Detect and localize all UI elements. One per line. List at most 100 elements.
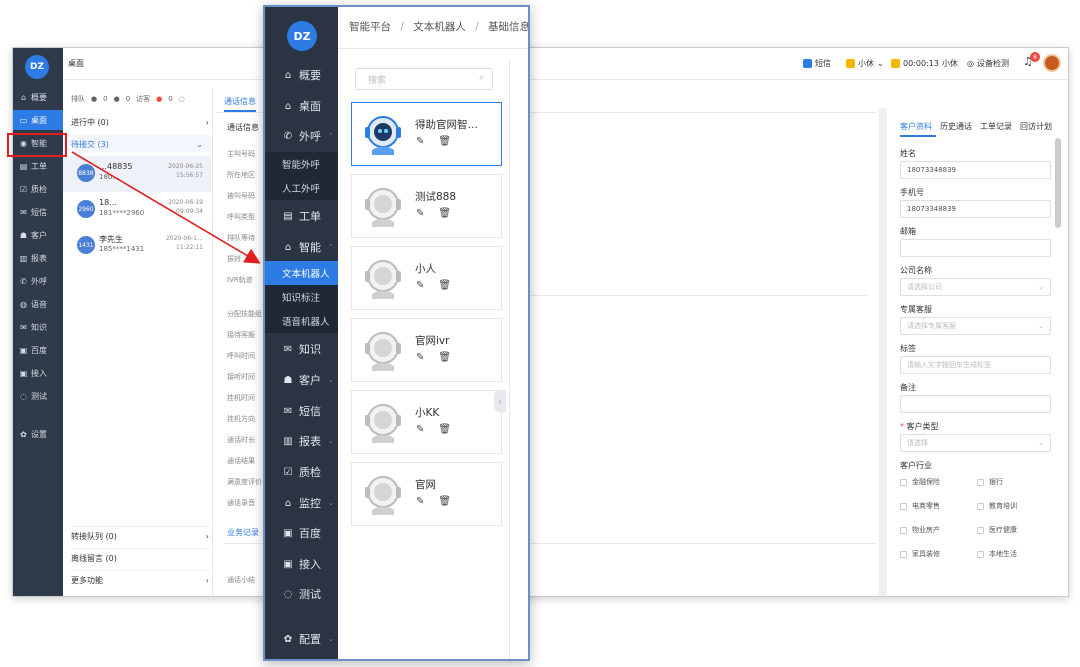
fg-nav-config[interactable]: ✿ 配置 ⌄ bbox=[265, 626, 338, 652]
fg-nav-monitor[interactable]: ⌂ 监控 ⌄ bbox=[265, 490, 338, 516]
bg-nav-desktop[interactable]: ▭ 桌面 bbox=[13, 110, 63, 130]
phone-field[interactable]: 18073348839 bbox=[900, 200, 1051, 218]
highlight-box bbox=[7, 133, 67, 157]
device-check-button[interactable]: ◎ 设备检测 bbox=[967, 58, 1009, 69]
trash-icon[interactable]: 🗑 bbox=[438, 208, 451, 219]
edit-icon[interactable]: ✎ bbox=[416, 424, 424, 435]
industry-checkbox[interactable]: 教育培训 bbox=[977, 501, 1017, 511]
customer-type-select[interactable]: 请选择 ⌄ bbox=[900, 434, 1051, 452]
contact-item[interactable]: 1431 李先生 185****1431 2020-06-1… 11:22:11 bbox=[63, 228, 211, 264]
fg-nav-ticket[interactable]: ▤ 工单 bbox=[265, 203, 338, 229]
bg-nav-outbound[interactable]: ✆ 外呼 bbox=[13, 271, 63, 291]
industry-checkbox[interactable]: 家具装修 bbox=[900, 549, 940, 559]
chevron-down-icon: ⌄ bbox=[1038, 439, 1044, 447]
bg-nav-baidu[interactable]: ▣ 百度 bbox=[13, 340, 63, 360]
bg-nav-test[interactable]: ◌ 测试 bbox=[13, 386, 63, 406]
fg-nav-customer[interactable]: ☗ 客户 ⌄ bbox=[265, 367, 338, 393]
fg-sub-text-robot[interactable]: 文本机器人 bbox=[265, 261, 338, 285]
sms-link[interactable]: 短信 bbox=[803, 58, 831, 69]
fg-sub-manual-outbound[interactable]: 人工外呼 bbox=[265, 176, 338, 200]
industry-checkbox[interactable]: 电商零售 bbox=[900, 501, 940, 511]
fg-nav-smart[interactable]: ⌂ 智能 ⌃ bbox=[265, 234, 338, 260]
fg-sub-voice-robot[interactable]: 语音机器人 bbox=[265, 309, 338, 333]
trash-icon[interactable]: 🗑 bbox=[438, 280, 451, 291]
fg-nav-test[interactable]: ◌ 测试 bbox=[265, 581, 338, 607]
bg-nav-voice[interactable]: ◍ 语音 bbox=[13, 294, 63, 314]
contact-item[interactable]: 8838 …48835 180… 2020-06-25 15:56:57 bbox=[63, 156, 211, 192]
robot-card[interactable]: 得助官网智… ✎ 🗑 bbox=[351, 102, 502, 166]
customer-profile-panel: 客户资料 历史通话 工单记录 回访计划 姓名 18073348839 手机号 1… bbox=[879, 108, 1068, 596]
notification-bell[interactable]: ♫ 8 bbox=[1023, 52, 1040, 68]
fg-nav-qa[interactable]: ☑ 质检 bbox=[265, 459, 338, 485]
fg-nav-report[interactable]: ▥ 报表 ⌄ bbox=[265, 428, 338, 454]
offline-message[interactable]: 离线留言 (0) bbox=[71, 548, 209, 568]
robot-card[interactable]: 官网 ✎ 🗑 bbox=[351, 462, 502, 526]
industry-checkbox[interactable]: 医疗健康 bbox=[977, 525, 1017, 535]
industry-checkbox[interactable]: 银行 bbox=[977, 477, 1003, 487]
bg-nav-qa[interactable]: ☑ 质检 bbox=[13, 179, 63, 199]
section-title: 通话信息 bbox=[227, 123, 259, 132]
robot-card[interactable]: 小人 ✎ 🗑 bbox=[351, 246, 502, 310]
refresh-icon[interactable]: ◌ bbox=[179, 95, 185, 103]
trash-icon[interactable]: 🗑 bbox=[438, 424, 451, 435]
tab-customer-profile[interactable]: 客户资料 bbox=[900, 121, 932, 132]
bg-nav-knowledge[interactable]: ✉ 知识 bbox=[13, 317, 63, 337]
robot-card[interactable]: 官网ivr ✎ 🗑 bbox=[351, 318, 502, 382]
tab-call-history[interactable]: 历史通话 bbox=[940, 121, 972, 132]
robot-card[interactable]: 测试888 ✎ 🗑 bbox=[351, 174, 502, 238]
remark-field[interactable] bbox=[900, 395, 1051, 413]
email-field[interactable] bbox=[900, 239, 1051, 257]
fg-nav-baidu[interactable]: ▣ 百度 bbox=[265, 520, 338, 546]
bg-nav-overview[interactable]: ⌂ 概要 bbox=[13, 87, 63, 107]
breadcrumb-item[interactable]: 智能平台 bbox=[349, 21, 391, 33]
contact-item[interactable]: 2960 18… 181****2960 2020-06-19 09:09:34 bbox=[63, 192, 211, 228]
notification-badge: 8 bbox=[1030, 52, 1040, 62]
company-select[interactable]: 请选择公司 ⌄ bbox=[900, 278, 1051, 296]
bg-nav-ticket[interactable]: ▤ 工单 bbox=[13, 156, 63, 176]
tab-ticket-record[interactable]: 工单记录 bbox=[980, 121, 1012, 132]
industry-checkbox[interactable]: 本地生活 bbox=[977, 549, 1017, 559]
fg-nav-overview[interactable]: ⌂ 概要 bbox=[265, 62, 338, 88]
tab-visit-plan[interactable]: 回访计划 bbox=[1020, 121, 1052, 132]
fg-sub-smart-outbound[interactable]: 智能外呼 bbox=[265, 152, 338, 176]
more-functions[interactable]: 更多功能 › bbox=[71, 570, 209, 590]
edit-icon[interactable]: ✎ bbox=[416, 208, 424, 219]
trash-icon[interactable]: 🗑 bbox=[438, 352, 451, 363]
fg-nav-sms[interactable]: ✉ 短信 bbox=[265, 398, 338, 424]
tab-call-info[interactable]: 通话信息 bbox=[224, 96, 256, 112]
agent-select[interactable]: 请选择专属客服 ⌄ bbox=[900, 317, 1051, 335]
left-scrollbar[interactable] bbox=[879, 108, 887, 596]
in-progress-group[interactable]: 进行中 (0) › bbox=[71, 113, 209, 131]
device-check-icon: ◎ bbox=[967, 59, 974, 68]
fg-nav-desktop[interactable]: ⌂ 桌面 bbox=[265, 93, 338, 119]
breadcrumb-item[interactable]: 文本机器人 bbox=[413, 21, 466, 33]
bg-nav-report[interactable]: ▥ 报表 bbox=[13, 248, 63, 268]
tab-business-record[interactable]: 业务记录 bbox=[227, 527, 259, 538]
pending-group[interactable]: 待接交 (3) ⌄ bbox=[63, 135, 211, 153]
bg-nav-settings[interactable]: ✿ 设置 bbox=[13, 424, 63, 444]
fg-sub-knowledge-label[interactable]: 知识标注 bbox=[265, 285, 338, 309]
fg-nav-outbound[interactable]: ✆ 外呼 ⌃ bbox=[265, 123, 338, 149]
trash-icon[interactable]: 🗑 bbox=[438, 496, 451, 507]
edit-icon[interactable]: ✎ bbox=[416, 496, 424, 507]
bg-nav-customer[interactable]: ☗ 客户 bbox=[13, 225, 63, 245]
robot-card[interactable]: 小KK ✎ 🗑 bbox=[351, 390, 502, 454]
transfer-queue[interactable]: 转接队列 (0) › bbox=[71, 526, 209, 546]
scrollbar-thumb[interactable] bbox=[1055, 138, 1061, 228]
edit-icon[interactable]: ✎ bbox=[416, 136, 424, 147]
user-status-dropdown[interactable]: 小休 ⌄ bbox=[846, 58, 884, 69]
tag-input[interactable]: 请输入文字按回车生成标签 bbox=[900, 356, 1051, 374]
fg-nav-knowledge[interactable]: ✉ 知识 bbox=[265, 336, 338, 362]
bg-nav-sms[interactable]: ✉ 短信 bbox=[13, 202, 63, 222]
collapse-handle[interactable]: ‹ bbox=[494, 390, 506, 412]
edit-icon[interactable]: ✎ bbox=[416, 280, 424, 291]
name-field[interactable]: 18073348839 bbox=[900, 161, 1051, 179]
industry-checkbox[interactable]: 物业房产 bbox=[900, 525, 940, 535]
edit-icon[interactable]: ✎ bbox=[416, 352, 424, 363]
fg-nav-access[interactable]: ▣ 接入 bbox=[265, 551, 338, 577]
search-input[interactable]: 搜索 ⌕ bbox=[355, 68, 493, 90]
trash-icon[interactable]: 🗑 bbox=[438, 136, 451, 147]
bg-nav-access[interactable]: ▣ 接入 bbox=[13, 363, 63, 383]
avatar[interactable] bbox=[1043, 54, 1061, 72]
industry-checkbox[interactable]: 金融保险 bbox=[900, 477, 940, 487]
